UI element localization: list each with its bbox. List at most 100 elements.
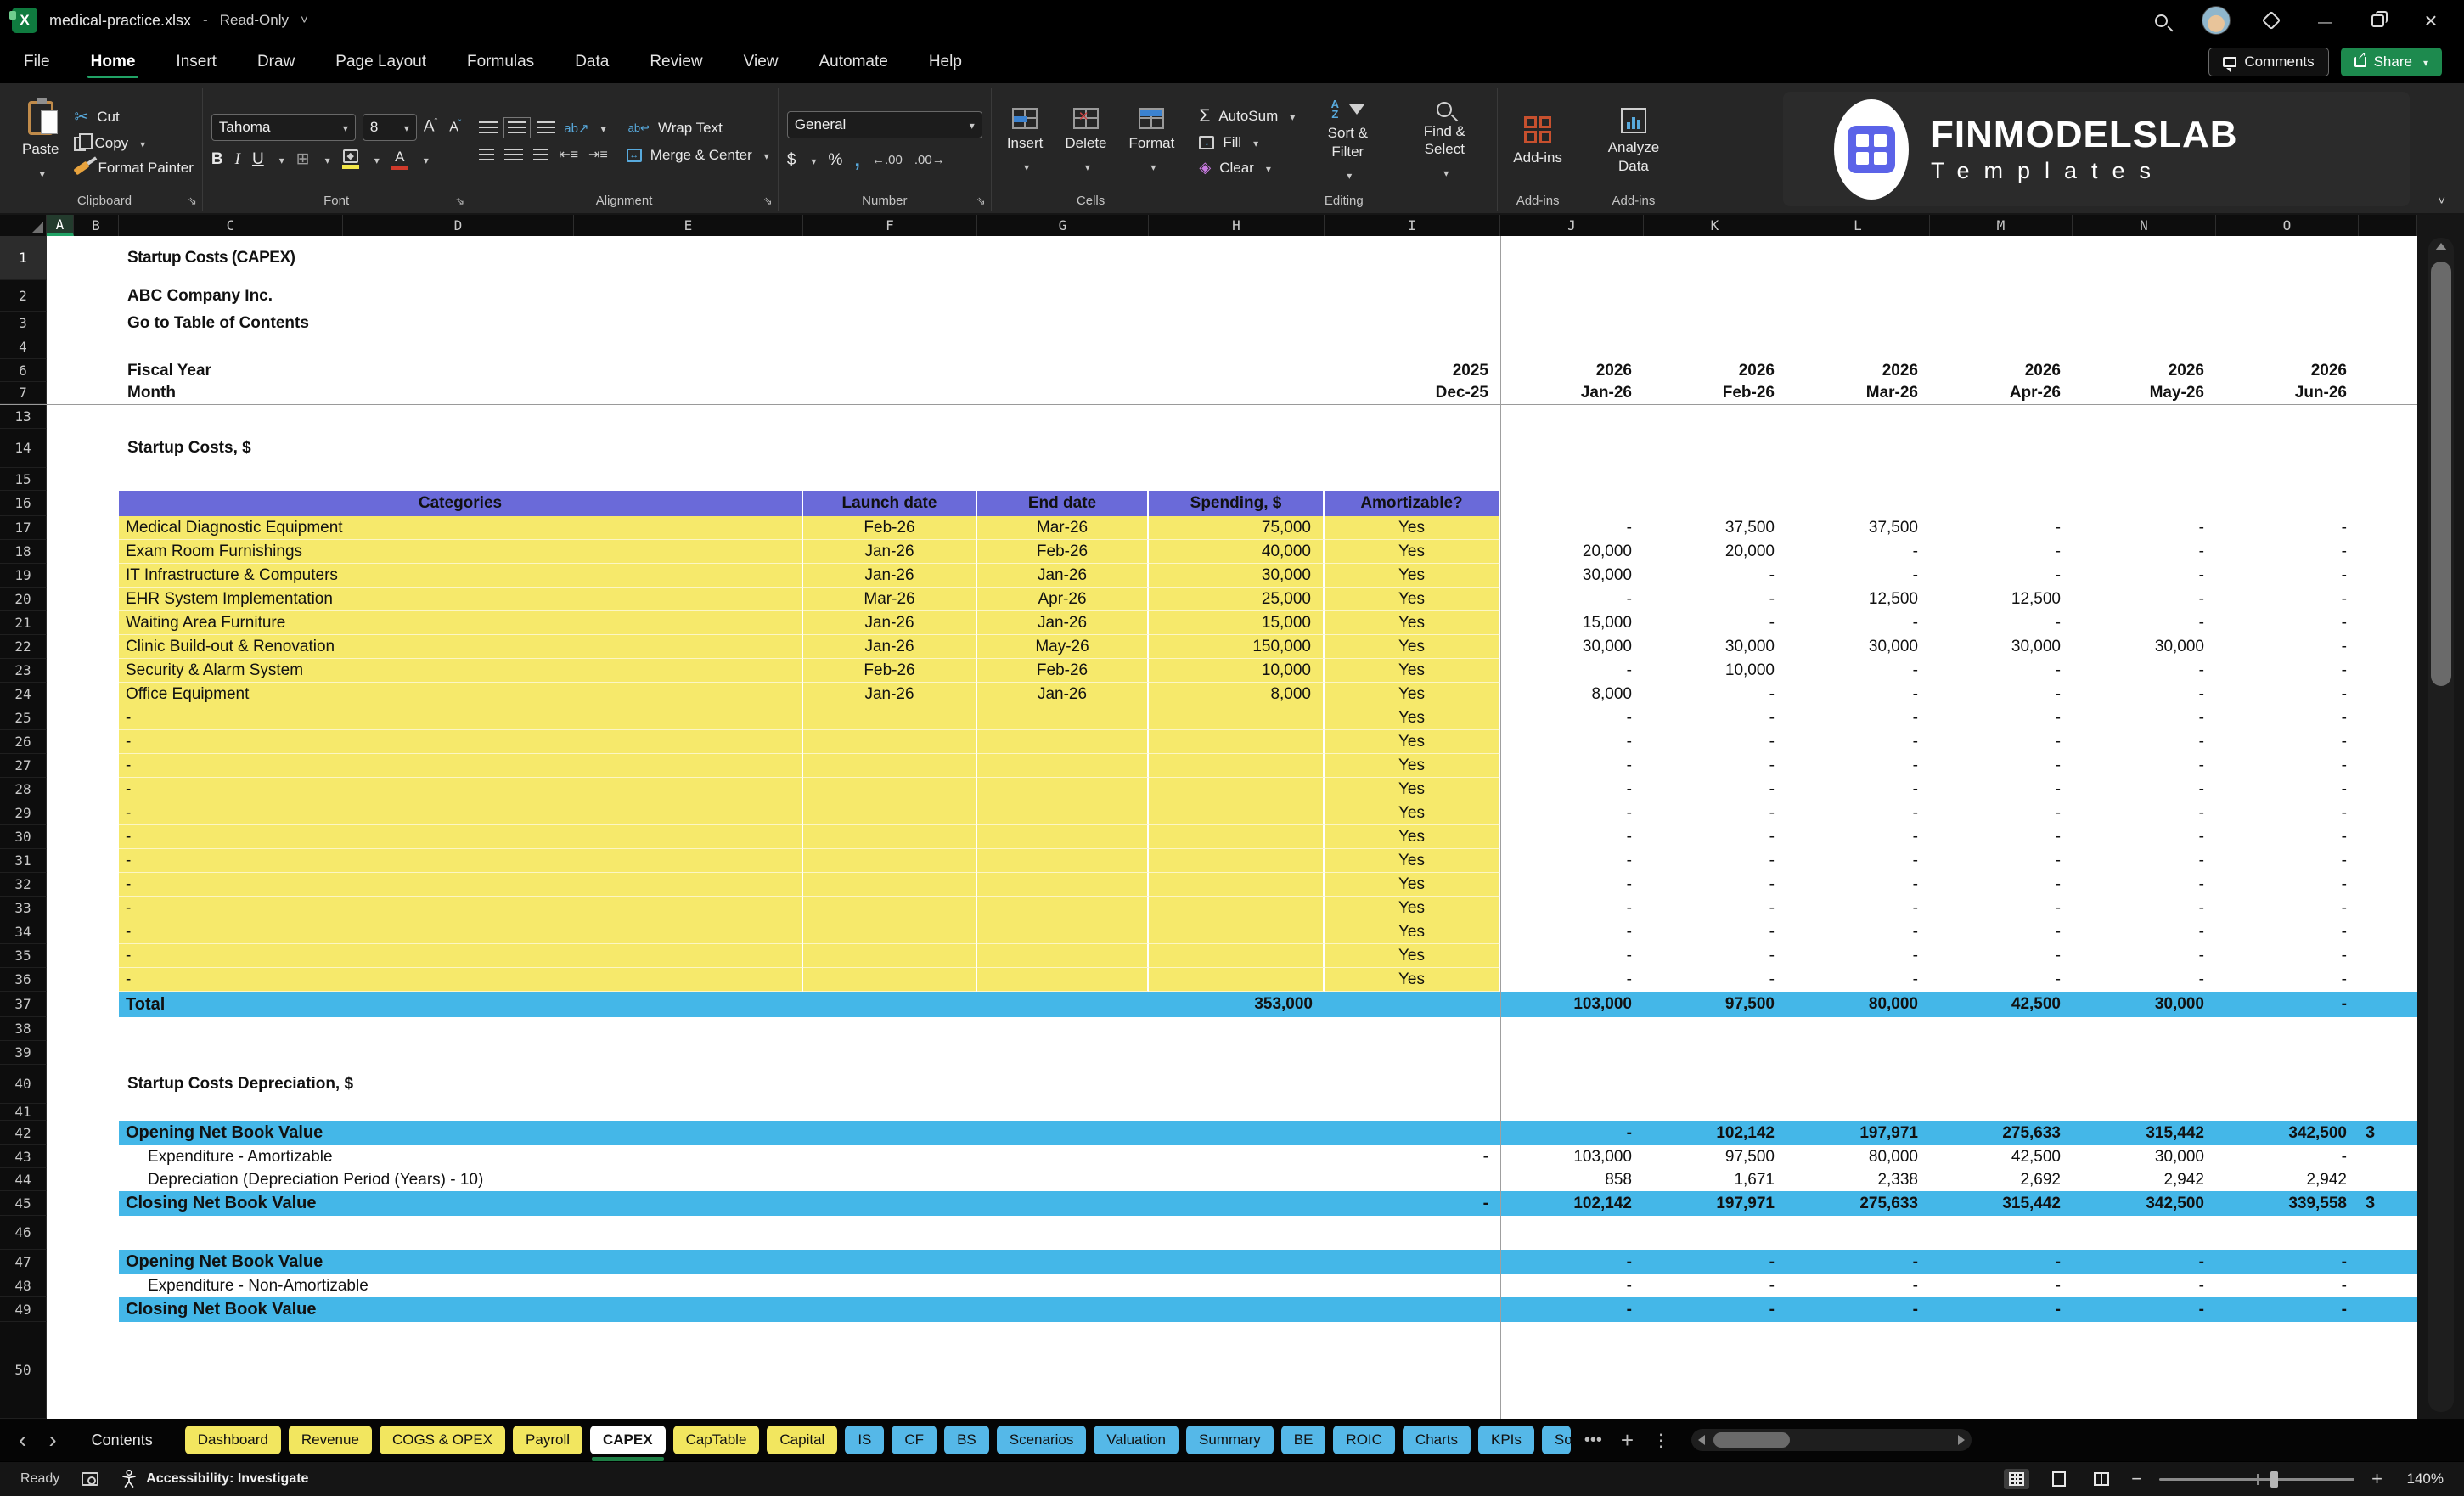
depreciation-monthly-cell[interactable]: 97,500: [1644, 1145, 1786, 1168]
monthly-value-cell[interactable]: 12,500: [1786, 588, 1930, 611]
cell[interactable]: [47, 611, 119, 635]
monthly-value-cell[interactable]: -: [2216, 588, 2359, 611]
monthly-value-cell[interactable]: -: [1500, 706, 1644, 730]
shrink-font-button[interactable]: Aˇ: [449, 119, 461, 135]
cell[interactable]: [47, 1297, 119, 1322]
monthly-value-cell[interactable]: -: [1786, 849, 1930, 873]
comma-button[interactable]: ,: [854, 149, 860, 172]
monthly-value-cell[interactable]: -: [2216, 920, 2359, 944]
clear-button[interactable]: ◈ Clear: [1199, 159, 1295, 177]
sheet-tab-contents[interactable]: Contents: [79, 1426, 166, 1454]
cell[interactable]: [47, 1065, 119, 1104]
row-header-7[interactable]: 7: [0, 382, 47, 404]
monthly-value-cell[interactable]: -: [2216, 730, 2359, 754]
amortizable-cell[interactable]: Yes: [1325, 920, 1500, 944]
depreciation-monthly-cell[interactable]: 2,338: [1786, 1168, 1930, 1191]
depreciation-monthly-cell[interactable]: 197,971: [1644, 1191, 1786, 1216]
column-header-O[interactable]: O: [2216, 215, 2359, 236]
row-header-26[interactable]: 26: [0, 730, 47, 754]
menu-tab-insert[interactable]: Insert: [174, 44, 218, 80]
row-header-18[interactable]: 18: [0, 540, 47, 564]
cell[interactable]: [47, 1121, 119, 1145]
cell[interactable]: [47, 897, 119, 920]
total-monthly-value[interactable]: 30,000: [2073, 992, 2216, 1017]
monthly-value-cell[interactable]: -: [1930, 516, 2073, 540]
category-cell[interactable]: Exam Room Furnishings: [119, 540, 803, 564]
row-header-4[interactable]: 4: [0, 335, 47, 359]
end-date-cell[interactable]: Feb-26: [977, 540, 1149, 564]
monthly-value-cell[interactable]: -: [2073, 849, 2216, 873]
column-header-D[interactable]: D: [343, 215, 574, 236]
spending-cell[interactable]: 15,000: [1149, 611, 1325, 635]
fiscal-year-value[interactable]: 2026: [2216, 359, 2359, 382]
launch-date-cell[interactable]: Feb-26: [803, 516, 977, 540]
monthly-value-cell[interactable]: -: [1786, 801, 1930, 825]
underline-button[interactable]: U: [252, 150, 264, 169]
row-header-19[interactable]: 19: [0, 564, 47, 588]
monthly-value-cell[interactable]: -: [1930, 611, 2073, 635]
category-cell[interactable]: Clinic Build-out & Renovation: [119, 635, 803, 659]
cell[interactable]: [47, 1104, 2417, 1121]
depreciation-monthly-cell[interactable]: 339,558: [2216, 1191, 2359, 1216]
monthly-value-cell[interactable]: -: [1930, 683, 2073, 706]
monthly-value-cell[interactable]: -: [1786, 540, 1930, 564]
depreciation-monthly-cell[interactable]: -: [2216, 1250, 2359, 1274]
cell[interactable]: [47, 754, 119, 778]
sheet-tab-capital[interactable]: Capital: [767, 1426, 838, 1454]
tabs-prev-icon[interactable]: ‹: [12, 1428, 33, 1452]
column-header-E[interactable]: E: [574, 215, 803, 236]
cell[interactable]: [2359, 754, 2417, 778]
row-header-46[interactable]: 46: [0, 1216, 47, 1250]
merge-center-button[interactable]: ↔ Merge & Center: [626, 147, 769, 164]
spending-cell[interactable]: [1149, 801, 1325, 825]
sheet-tab-captable[interactable]: CapTable: [672, 1426, 760, 1454]
overflow-cell[interactable]: [2359, 1297, 2417, 1322]
row-header-21[interactable]: 21: [0, 611, 47, 635]
row-header-32[interactable]: 32: [0, 873, 47, 897]
sheet-tab-revenue[interactable]: Revenue: [288, 1426, 372, 1454]
cell[interactable]: [2359, 540, 2417, 564]
depreciation-monthly-cell[interactable]: -: [1644, 1297, 1786, 1322]
cell[interactable]: [2359, 730, 2417, 754]
cell[interactable]: [47, 778, 119, 801]
end-date-cell[interactable]: Jan-26: [977, 564, 1149, 588]
share-button[interactable]: Share: [2340, 48, 2442, 76]
table-header-cell[interactable]: End date: [977, 491, 1149, 516]
depreciation-monthly-cell[interactable]: 102,142: [1500, 1191, 1644, 1216]
amortizable-cell[interactable]: Yes: [1325, 944, 1500, 968]
fill-button[interactable]: ↓ Fill: [1199, 134, 1295, 151]
cell[interactable]: [47, 564, 119, 588]
dec-value-cell[interactable]: [1325, 1297, 1500, 1322]
cell[interactable]: [47, 468, 2417, 491]
launch-date-cell[interactable]: Jan-26: [803, 540, 977, 564]
row-header-27[interactable]: 27: [0, 754, 47, 778]
monthly-value-cell[interactable]: -: [1786, 730, 1930, 754]
monthly-value-cell[interactable]: 20,000: [1500, 540, 1644, 564]
search-icon[interactable]: [2155, 14, 2168, 27]
monthly-value-cell[interactable]: -: [1644, 801, 1786, 825]
end-date-cell[interactable]: [977, 825, 1149, 849]
monthly-value-cell[interactable]: -: [1500, 730, 1644, 754]
monthly-value-cell[interactable]: -: [2216, 516, 2359, 540]
format-painter-button[interactable]: Format Painter: [73, 160, 194, 177]
column-header-F[interactable]: F: [803, 215, 977, 236]
monthly-value-cell[interactable]: 30,000: [2073, 635, 2216, 659]
end-date-cell[interactable]: [977, 754, 1149, 778]
monthly-value-cell[interactable]: -: [2216, 825, 2359, 849]
chevron-down-icon[interactable]: [420, 150, 429, 169]
vertical-scrollbar[interactable]: [2428, 238, 2454, 1412]
amortizable-cell[interactable]: Yes: [1325, 754, 1500, 778]
zoom-slider[interactable]: [2159, 1471, 2355, 1488]
row-header-6[interactable]: 6: [0, 359, 47, 382]
cell[interactable]: [2359, 659, 2417, 683]
cell[interactable]: [47, 588, 119, 611]
end-date-cell[interactable]: [977, 968, 1149, 992]
row-header-48[interactable]: 48: [0, 1274, 47, 1297]
monthly-value-cell[interactable]: -: [2073, 683, 2216, 706]
monthly-value-cell[interactable]: -: [2216, 564, 2359, 588]
find-select-button[interactable]: Find & Select: [1400, 98, 1488, 185]
row-header-36[interactable]: 36: [0, 968, 47, 992]
monthly-value-cell[interactable]: -: [2073, 730, 2216, 754]
increase-indent-button[interactable]: ⇥≡: [588, 148, 608, 162]
depreciation-monthly-cell[interactable]: -: [1644, 1274, 1786, 1297]
